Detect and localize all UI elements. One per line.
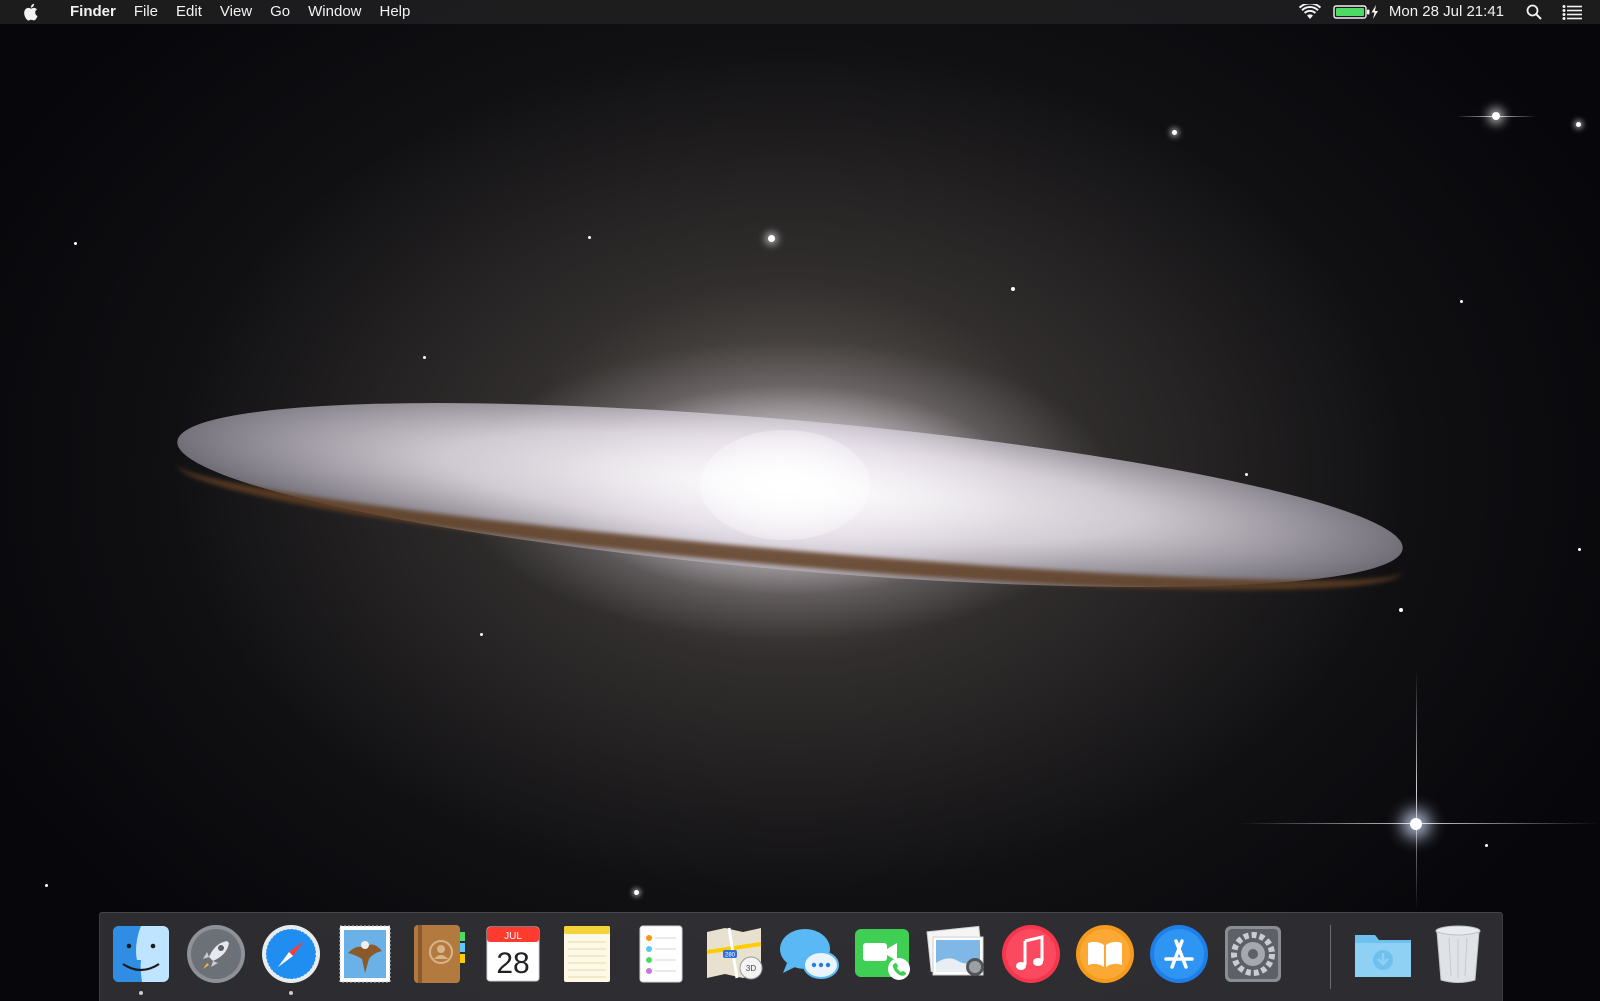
star bbox=[1485, 844, 1488, 847]
dock-trash[interactable] bbox=[1425, 921, 1491, 987]
dock-itunes[interactable] bbox=[998, 921, 1064, 987]
star bbox=[480, 633, 483, 636]
book-icon bbox=[1076, 925, 1134, 983]
dock-downloads[interactable] bbox=[1350, 921, 1416, 987]
downloads-folder-icon bbox=[1355, 935, 1411, 977]
menu-edit[interactable]: Edit bbox=[167, 0, 211, 24]
dock-facetime[interactable] bbox=[850, 921, 916, 987]
map-3d-label: 3D bbox=[746, 964, 756, 973]
map-road-label: 280 bbox=[725, 953, 736, 959]
dock-finder[interactable] bbox=[108, 921, 174, 995]
star-flare bbox=[1240, 823, 1600, 824]
calendar-day: 28 bbox=[496, 947, 529, 980]
dock-contacts[interactable] bbox=[406, 921, 472, 987]
video-camera-icon bbox=[855, 929, 910, 980]
dock-notes[interactable] bbox=[554, 921, 620, 987]
dock-mail[interactable] bbox=[332, 921, 398, 987]
running-indicator bbox=[289, 991, 293, 995]
star bbox=[1460, 300, 1463, 303]
list-icon[interactable] bbox=[1562, 0, 1582, 24]
music-note-icon bbox=[1002, 925, 1060, 983]
dock-calendar[interactable]: JUL 28 bbox=[480, 921, 546, 987]
star bbox=[1578, 548, 1581, 551]
menu-help[interactable]: Help bbox=[371, 0, 420, 24]
compass-icon bbox=[262, 925, 320, 983]
dock-launchpad[interactable] bbox=[183, 921, 249, 987]
dock-separator bbox=[1330, 925, 1331, 989]
star bbox=[1576, 122, 1581, 127]
star bbox=[768, 235, 775, 242]
star bbox=[1172, 130, 1177, 135]
dock-app-store[interactable] bbox=[1146, 921, 1212, 987]
star bbox=[1245, 473, 1248, 476]
finder-icon bbox=[113, 926, 169, 982]
galaxy-core bbox=[700, 430, 870, 540]
star-flare bbox=[1416, 670, 1417, 910]
photos-icon bbox=[926, 925, 984, 976]
star bbox=[45, 884, 48, 887]
gear-icon bbox=[1225, 926, 1281, 982]
calendar-month: JUL bbox=[504, 931, 522, 942]
menu-bar: Finder File Edit View Go Window Help Mon… bbox=[0, 0, 1600, 24]
star-flare bbox=[1456, 116, 1536, 117]
dock-safari[interactable] bbox=[258, 921, 324, 995]
notepad-icon bbox=[564, 926, 610, 982]
chat-bubble-icon bbox=[780, 929, 839, 979]
star bbox=[1011, 287, 1015, 291]
wifi-icon[interactable] bbox=[1298, 0, 1321, 24]
stamp-icon bbox=[339, 925, 391, 983]
menu-view[interactable]: View bbox=[211, 0, 261, 24]
menu-app-name[interactable]: Finder bbox=[52, 0, 125, 24]
menu-window[interactable]: Window bbox=[299, 0, 370, 24]
rocket-icon bbox=[187, 925, 245, 983]
dock-reminders[interactable] bbox=[628, 921, 694, 987]
checklist-icon bbox=[639, 925, 683, 983]
battery-charging-icon[interactable] bbox=[1333, 0, 1379, 24]
dock-ibooks[interactable] bbox=[1072, 921, 1138, 987]
dock-system-preferences[interactable] bbox=[1220, 921, 1286, 987]
app-store-icon bbox=[1150, 925, 1208, 983]
dock-iphoto[interactable] bbox=[924, 921, 990, 987]
menu-file[interactable]: File bbox=[125, 0, 167, 24]
dock-messages[interactable] bbox=[776, 921, 842, 987]
star bbox=[423, 356, 426, 359]
dock-maps[interactable]: 280 3D bbox=[702, 921, 768, 987]
dock: JUL 28 280 3D bbox=[99, 912, 1503, 1001]
map-icon: 280 3D bbox=[706, 927, 763, 980]
apple-menu-icon[interactable] bbox=[20, 2, 40, 22]
menu-clock[interactable]: Mon 28 Jul 21:41 bbox=[1389, 0, 1504, 24]
menu-go[interactable]: Go bbox=[261, 0, 299, 24]
star bbox=[588, 236, 591, 239]
star bbox=[1399, 608, 1403, 612]
address-book-icon bbox=[414, 925, 465, 983]
search-icon[interactable] bbox=[1526, 0, 1542, 24]
star bbox=[74, 242, 77, 245]
trash-icon bbox=[1435, 925, 1481, 983]
calendar-icon: JUL 28 bbox=[486, 926, 540, 982]
running-indicator bbox=[139, 991, 143, 995]
desktop-wallpaper bbox=[0, 0, 1600, 1000]
star bbox=[634, 890, 639, 895]
